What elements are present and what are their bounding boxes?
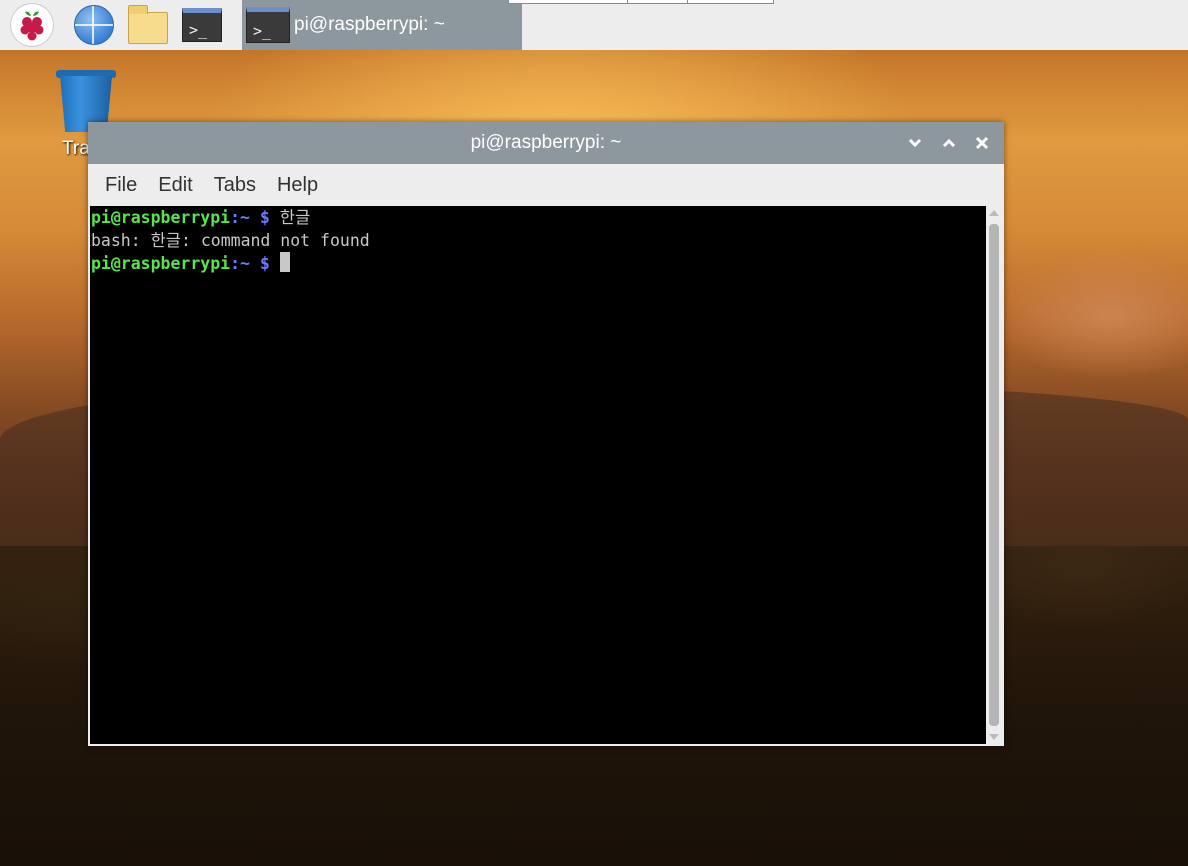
- terminal-line: bash: 한글: command not found: [90, 229, 986, 252]
- trash-label: Tra: [62, 138, 90, 159]
- taskbar-tray-fragment: [508, 0, 774, 4]
- menu-bar: File Edit Tabs Help: [88, 164, 1004, 206]
- maximize-button[interactable]: [937, 131, 961, 155]
- scroll-thumb[interactable]: [989, 224, 999, 726]
- menu-help[interactable]: Help: [273, 174, 322, 197]
- prompt-symbol: $: [249, 208, 270, 227]
- prompt-separator: :: [230, 208, 241, 227]
- window-title: pi@raspberrypi: ~: [470, 132, 622, 153]
- prompt-symbol: $: [249, 254, 270, 273]
- chevron-down-icon: [908, 138, 922, 148]
- text-cursor: [279, 252, 290, 272]
- folder-shape: [128, 5, 168, 44]
- raspberry-pi-logo-icon[interactable]: [10, 3, 54, 47]
- terminal-scrollbar[interactable]: [986, 206, 1002, 744]
- globe-shape: [74, 5, 114, 45]
- chevron-up-icon: [942, 138, 956, 148]
- terminal-window: pi@raspberrypi: ~ File Edit Tabs Help pi…: [88, 122, 1004, 746]
- terminal-line: pi@raspberrypi:~ $ 한글: [90, 206, 986, 229]
- task-label: pi@raspberrypi: ~: [294, 14, 445, 35]
- terminal-icon: >_: [246, 7, 290, 43]
- command-text: 한글: [269, 208, 311, 227]
- terminal-output[interactable]: pi@raspberrypi:~ $ 한글 bash: 한글: command …: [90, 206, 986, 744]
- prompt-user: pi@raspberrypi: [91, 254, 231, 273]
- globe-icon[interactable]: [74, 5, 114, 45]
- close-button[interactable]: [970, 131, 994, 155]
- terminal-launcher-icon[interactable]: >_: [182, 5, 222, 45]
- raspberry-icon: [20, 11, 44, 41]
- prompt-user: pi@raspberrypi: [91, 208, 231, 227]
- terminal-icon: >_: [182, 8, 222, 42]
- prompt-path: ~: [240, 208, 250, 227]
- prompt-separator: :: [230, 254, 241, 273]
- window-titlebar[interactable]: pi@raspberrypi: ~: [88, 122, 1004, 164]
- taskbar-task-terminal[interactable]: >_ pi@raspberrypi: ~: [242, 0, 522, 50]
- scroll-up-arrow-icon[interactable]: [989, 210, 999, 216]
- prompt-path: ~: [240, 254, 250, 273]
- folder-icon[interactable]: [128, 5, 168, 45]
- wallpaper-clouds: [990, 250, 1188, 380]
- command-output: bash: 한글: command not found: [91, 231, 370, 250]
- menu-file[interactable]: File: [101, 174, 141, 197]
- terminal-line: pi@raspberrypi:~ $: [90, 252, 986, 275]
- minimize-button[interactable]: [903, 131, 927, 155]
- close-icon: [975, 136, 989, 150]
- taskbar: >_ >_ pi@raspberrypi: ~: [0, 0, 1188, 50]
- command-text: [270, 254, 280, 273]
- menu-tabs[interactable]: Tabs: [210, 174, 260, 197]
- menu-edit[interactable]: Edit: [154, 174, 196, 197]
- scroll-down-arrow-icon[interactable]: [989, 734, 999, 740]
